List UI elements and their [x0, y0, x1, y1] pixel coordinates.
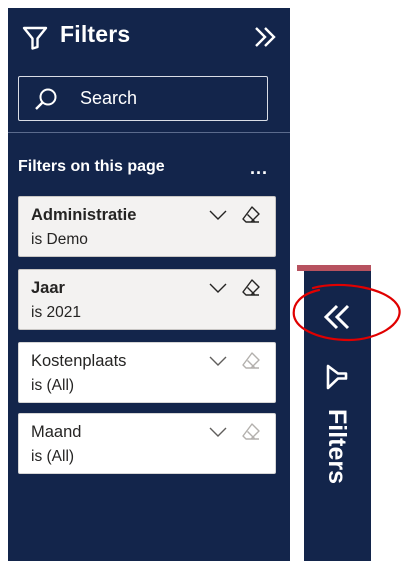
filter-card-jaar[interactable]: Jaar is 2021 [18, 269, 276, 330]
tab-accent-bar [297, 265, 371, 271]
red-annotation-circle [292, 283, 401, 342]
filter-icon [326, 364, 348, 390]
filter-icon [22, 26, 48, 50]
search-icon [35, 88, 57, 110]
filter-card-administratie[interactable]: Administratie is Demo [18, 196, 276, 257]
more-options-icon[interactable]: ... [250, 159, 268, 177]
filter-card-value: is (All) [31, 448, 75, 465]
filter-card-name: Administratie [31, 206, 137, 224]
filter-card-name: Maand [31, 423, 82, 441]
collapsed-tab-title: Filters [323, 409, 351, 485]
filter-card-value: is Demo [31, 231, 88, 248]
chevron-down-icon[interactable] [209, 355, 227, 367]
eraser-icon [242, 352, 260, 369]
chevron-down-icon[interactable] [209, 282, 227, 294]
eraser-icon[interactable] [241, 278, 261, 298]
filter-card-value: is 2021 [31, 304, 81, 321]
chevron-down-icon[interactable] [209, 426, 227, 438]
filter-card-value: is (All) [31, 377, 75, 394]
collapse-chevrons-icon[interactable] [253, 26, 277, 48]
eraser-icon [242, 423, 260, 440]
chevron-down-icon[interactable] [209, 209, 227, 221]
eraser-icon[interactable] [241, 205, 261, 225]
filter-card-name: Jaar [31, 279, 65, 297]
filter-card-name: Kostenplaats [31, 352, 127, 370]
search-placeholder: Search [80, 88, 138, 108]
pane-divider [8, 132, 290, 133]
section-title: Filters on this page [18, 158, 165, 175]
filter-card-maand[interactable]: Maand is (All) [18, 413, 276, 474]
filters-pane: Filters Search Filters on this page ... … [8, 8, 290, 561]
search-input[interactable]: Search [18, 76, 268, 121]
filters-pane-header: Filters [8, 8, 290, 64]
filter-card-kostenplaats[interactable]: Kostenplaats is (All) [18, 342, 276, 403]
pane-title: Filters [60, 21, 131, 47]
